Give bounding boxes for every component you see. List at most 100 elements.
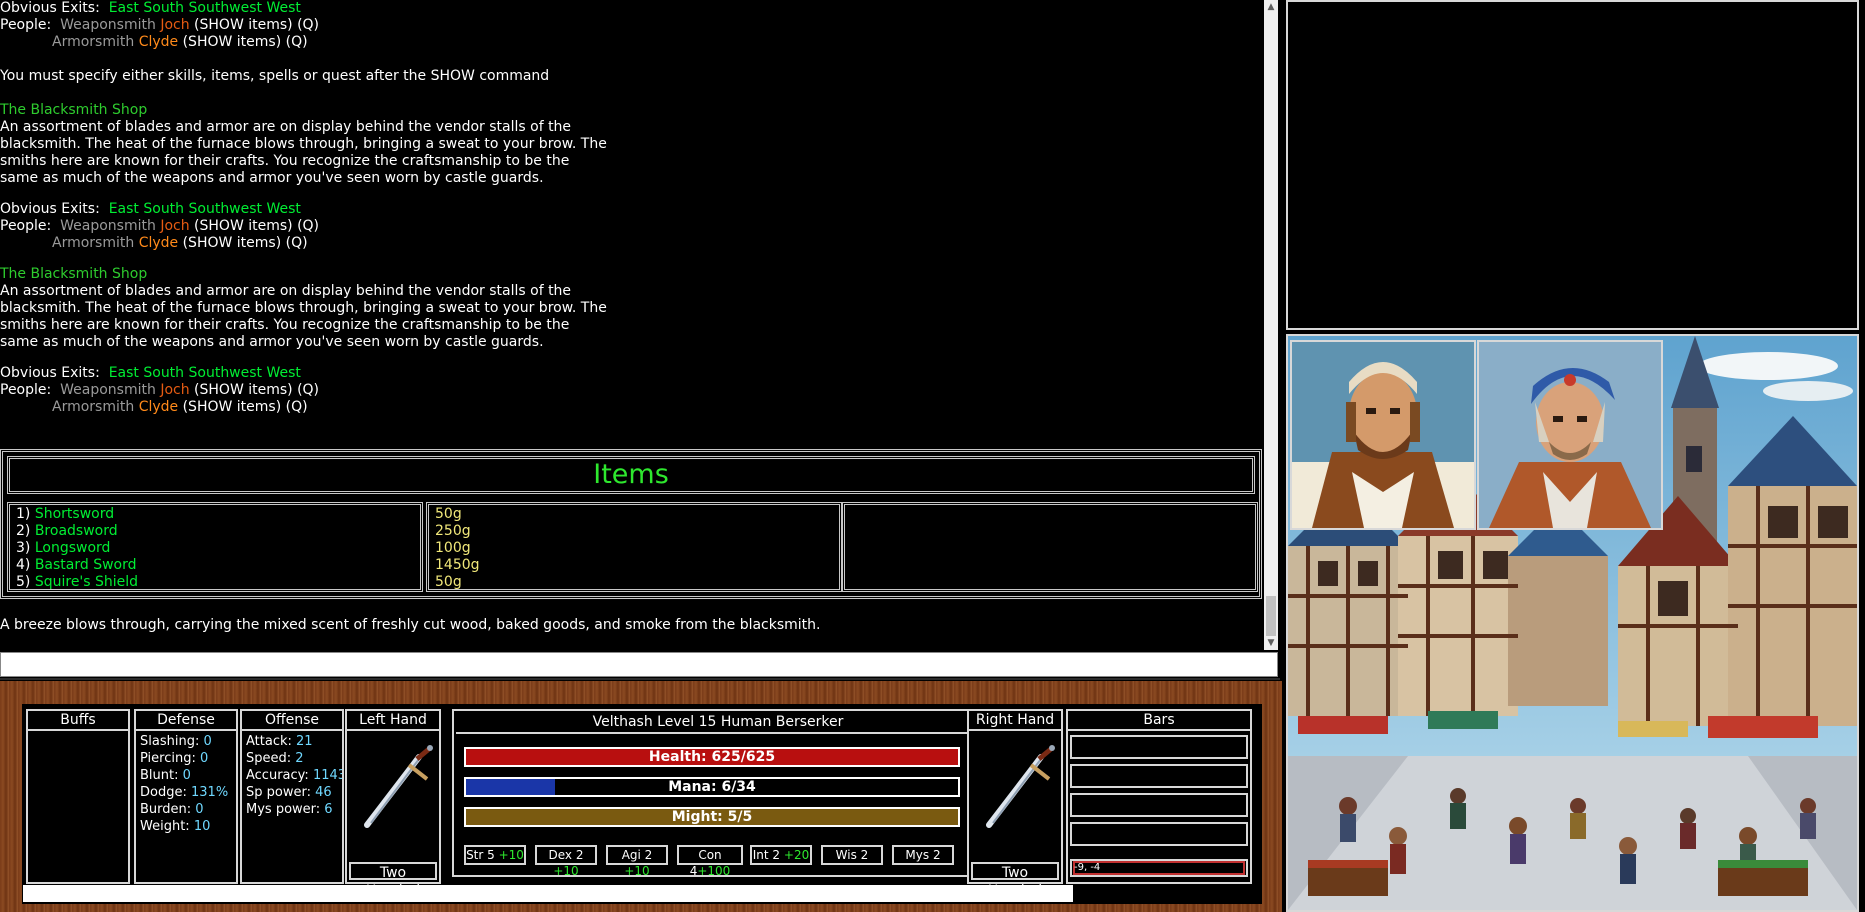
- hud-text-line: [23, 885, 1073, 902]
- vendor-joch[interactable]: Joch: [160, 382, 189, 398]
- left-hand-title: Left Hand: [347, 711, 439, 731]
- item-row[interactable]: 3) Longsword: [16, 540, 414, 557]
- coordinates-bar: -9, -4: [1070, 859, 1248, 877]
- stat-int: Int 2 +20: [750, 845, 812, 865]
- item-row[interactable]: 5) Squire's Shield: [16, 574, 414, 591]
- vendor-joch[interactable]: Joch: [160, 218, 189, 234]
- people-line: Armorsmith Clyde (SHOW items) (Q): [52, 34, 308, 50]
- stat-dex: Dex 2 +10: [535, 845, 597, 878]
- room-name: The Blacksmith Shop: [0, 266, 148, 282]
- stat-row: Speed: 2: [246, 751, 304, 766]
- room-name: The Blacksmith Shop: [0, 102, 148, 118]
- item-price: 50g: [435, 574, 462, 590]
- bars-panel: Bars -9, -4: [1066, 709, 1252, 884]
- exits-line: Obvious Exits: East South Southwest West: [0, 365, 301, 381]
- divider: [0, 678, 1280, 680]
- item-price: 250g: [435, 523, 471, 539]
- stat-str: Str 5 +10: [464, 845, 526, 865]
- offense-panel: Offense Attack: 21 Speed: 2 Accuracy: 11…: [240, 709, 344, 884]
- portrait-armorsmith[interactable]: [1477, 340, 1663, 530]
- scroll-up-icon[interactable]: ▲: [1264, 0, 1278, 14]
- people-line: People: Weaponsmith Joch (SHOW items) (Q…: [0, 17, 320, 33]
- item-name: Broadsword: [34, 523, 118, 539]
- exits-line: Obvious Exits: East South Southwest West: [0, 0, 301, 16]
- might-bar: Might: 5/5: [464, 807, 960, 827]
- vendor-actions[interactable]: (SHOW items) (Q): [194, 218, 319, 234]
- offense-title: Offense: [242, 711, 342, 731]
- stat-wis: Wis 2: [821, 845, 883, 865]
- stat-row: Blunt: 0: [140, 768, 191, 783]
- stat-row: Burden: 0: [140, 802, 204, 817]
- empty-bar: [1070, 793, 1248, 817]
- item-name: Longsword: [34, 540, 111, 556]
- empty-bar: [1070, 822, 1248, 846]
- portrait-weaponsmith[interactable]: [1290, 340, 1476, 530]
- left-hand-item: Two Handed: [349, 862, 437, 899]
- vendor-clyde[interactable]: Clyde: [139, 235, 178, 251]
- command-input[interactable]: [0, 652, 1278, 677]
- stat-con: Con 4+100: [677, 845, 743, 878]
- people-line: People: Weaponsmith Joch (SHOW items) (Q…: [0, 218, 320, 234]
- coordinates: -9, -4: [1074, 862, 1101, 873]
- vendor-actions[interactable]: (SHOW items) (Q): [183, 399, 308, 415]
- log-scrollbar[interactable]: ▲ ▼: [1264, 0, 1278, 650]
- people-line: Armorsmith Clyde (SHOW items) (Q): [52, 399, 308, 415]
- item-name: Squire's Shield: [34, 574, 139, 590]
- health-bar: Health: 625/625: [464, 747, 960, 767]
- vendor-clyde[interactable]: Clyde: [139, 34, 178, 50]
- exits[interactable]: East South Southwest West: [109, 201, 301, 217]
- stat-row: Slashing: 0: [140, 734, 212, 749]
- vendor-actions[interactable]: (SHOW items) (Q): [194, 382, 319, 398]
- items-names-column: 1) Shortsword 2) Broadsword 3) Longsword…: [7, 502, 423, 592]
- exits-line: Obvious Exits: East South Southwest West: [0, 201, 301, 217]
- ambient-message: A breeze blows through, carrying the mix…: [0, 617, 821, 633]
- vendor-actions[interactable]: (SHOW items) (Q): [183, 235, 308, 251]
- exits[interactable]: East South Southwest West: [109, 365, 301, 381]
- show-error: You must specify either skills, items, s…: [0, 68, 550, 84]
- sword-icon: [364, 745, 433, 828]
- item-price: 100g: [435, 540, 471, 556]
- empty-bar: [1070, 764, 1248, 788]
- character-panel: Velthash Level 15 Human Berserker Health…: [452, 709, 984, 878]
- left-hand-panel[interactable]: Left Hand Two Handed: [345, 709, 441, 899]
- vendor-clyde[interactable]: Clyde: [139, 399, 178, 415]
- empty-bar: [1070, 735, 1248, 759]
- scene-image: [1286, 334, 1859, 912]
- vendor-actions[interactable]: (SHOW items) (Q): [194, 17, 319, 33]
- items-empty-column: [842, 502, 1258, 592]
- right-hand-title: Right Hand: [969, 711, 1061, 731]
- exits[interactable]: East South Southwest West: [109, 0, 301, 16]
- stat-mys: Mys 2: [892, 845, 954, 865]
- buffs-title: Buffs: [28, 711, 128, 731]
- map-panel: [1286, 0, 1859, 330]
- item-row[interactable]: 2) Broadsword: [16, 523, 414, 540]
- room-description: An assortment of blades and armor are on…: [0, 119, 607, 186]
- stat-row: Dodge: 131%: [140, 785, 229, 800]
- item-name: Shortsword: [34, 506, 115, 522]
- people-line: Armorsmith Clyde (SHOW items) (Q): [52, 235, 308, 251]
- status-hud: Buffs Defense Slashing: 0 Piercing: 0 Bl…: [0, 681, 1282, 912]
- character-title: Velthash Level 15 Human Berserker: [456, 712, 980, 734]
- item-price: 1450g: [435, 557, 480, 573]
- people-line: People: Weaponsmith Joch (SHOW items) (Q…: [0, 382, 320, 398]
- vendor-actions[interactable]: (SHOW items) (Q): [183, 34, 308, 50]
- sword-icon: [986, 745, 1055, 828]
- stat-row: Accuracy: 1143%: [246, 768, 342, 783]
- bars-title: Bars: [1068, 711, 1250, 731]
- portrait-image: [1292, 342, 1474, 528]
- mana-bar: Mana: 6/34: [464, 777, 960, 797]
- vendor-joch[interactable]: Joch: [160, 17, 189, 33]
- defense-title: Defense: [136, 711, 236, 731]
- defense-panel: Defense Slashing: 0 Piercing: 0 Blunt: 0…: [134, 709, 238, 884]
- right-hand-panel[interactable]: Right Hand Two Handed: [967, 709, 1063, 899]
- item-price: 50g: [435, 506, 462, 522]
- stat-row: Sp power: 46: [246, 785, 332, 800]
- scroll-down-icon[interactable]: ▼: [1264, 636, 1278, 650]
- item-row[interactable]: 1) Shortsword: [16, 506, 414, 523]
- stat-agi: Agi 2 +10: [606, 845, 668, 878]
- scroll-thumb[interactable]: [1266, 596, 1276, 636]
- right-hand-item: Two Handed: [971, 862, 1059, 899]
- game-log: Obvious Exits: East South Southwest West…: [0, 0, 1264, 650]
- item-row[interactable]: 4) Bastard Sword: [16, 557, 414, 574]
- items-title: Items: [7, 456, 1255, 494]
